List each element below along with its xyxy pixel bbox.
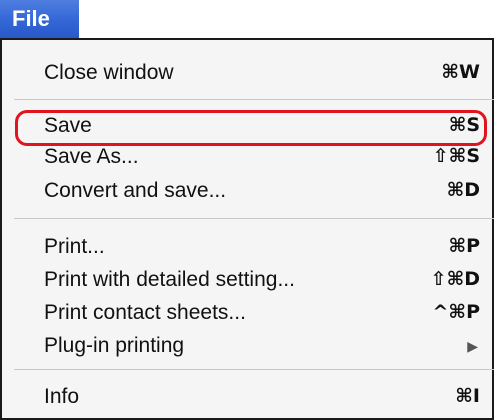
menu-item-print-detailed-setting[interactable]: Print with detailed setting... ⇧⌘D <box>44 265 480 297</box>
menu-item-print-contact-sheets[interactable]: Print contact sheets... ^⌘P <box>44 298 480 330</box>
menu-item-label: Print... <box>44 235 105 258</box>
menu-item-convert-and-save[interactable]: Convert and save... ⌘D <box>44 176 480 208</box>
submenu-arrow-icon: ▶ <box>467 339 478 355</box>
file-menu-screenshot: File Close window ⌘W Save ⌘S Save As... … <box>0 0 494 420</box>
menu-item-label: Close window <box>44 61 174 84</box>
save-highlight-annotation <box>15 110 487 146</box>
menu-item-print[interactable]: Print... ⌘P <box>44 232 480 264</box>
menu-item-label: Info <box>44 385 80 408</box>
shortcut-ctrl-cmd-p: ^⌘P <box>432 301 480 323</box>
menu-item-label: Print with detailed setting... <box>44 268 295 291</box>
shortcut-shift-cmd-d: ⇧⌘D <box>430 268 480 290</box>
shortcut-shift-cmd-s: ⇧⌘S <box>432 145 480 167</box>
menu-item-label: Print contact sheets... <box>44 301 246 324</box>
menu-item-label: Convert and save... <box>44 179 227 202</box>
menu-separator <box>14 218 494 219</box>
menu-item-save-as[interactable]: Save As... ⇧⌘S <box>44 142 480 174</box>
menu-item-close-window[interactable]: Close window ⌘W <box>44 58 480 90</box>
menu-separator <box>14 369 494 370</box>
shortcut-cmd-d: ⌘D <box>446 179 480 201</box>
shortcut-cmd-i: ⌘I <box>455 385 480 407</box>
menu-separator <box>14 99 494 100</box>
menu-item-plug-in-printing[interactable]: Plug-in printing ▶ <box>44 331 480 363</box>
shortcut-cmd-p: ⌘P <box>448 235 480 257</box>
menu-item-label: Plug-in printing <box>44 334 185 357</box>
menu-item-label: Save As... <box>44 145 139 168</box>
menu-title-file[interactable]: File <box>0 0 79 38</box>
menu-item-info[interactable]: Info ⌘I <box>44 382 480 414</box>
shortcut-cmd-w: ⌘W <box>441 61 480 83</box>
